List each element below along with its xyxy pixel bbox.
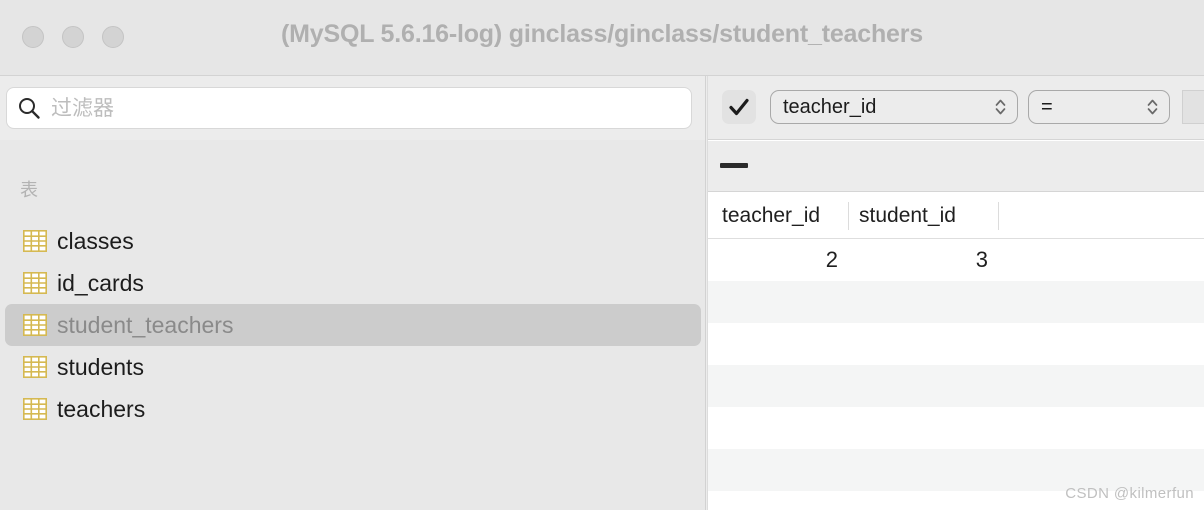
table-row[interactable] [708,323,1204,365]
stepper-chevrons-icon [1147,99,1158,115]
table-icon [23,314,47,336]
content-pane: teacher_id = teacher_id student_id 2 3 C… [708,76,1204,510]
table-row[interactable] [708,365,1204,407]
watermark: CSDN @kilmerfun [1065,485,1194,502]
table-icon [23,398,47,420]
column-divider[interactable] [848,202,849,230]
table-icon [23,230,47,252]
cell-student_id[interactable] [849,323,998,365]
app-window: (MySQL 5.6.16-log) ginclass/ginclass/stu… [0,0,1204,510]
sidebar-item-classes[interactable]: classes [5,220,701,262]
cell-teacher_id[interactable] [708,491,848,510]
sidebar-item-label: classes [57,227,134,254]
table-icon [23,356,47,378]
sidebar-item-label: id_cards [57,269,144,296]
grid-header-row: teacher_id student_id [708,193,1204,239]
sidebar-section-tables: 表 [20,180,38,200]
column-header-teacher_id[interactable]: teacher_id [722,193,848,238]
cell-teacher_id[interactable] [708,407,848,449]
sidebar-item-label: teachers [57,395,146,422]
table-icon [23,272,47,294]
filter-enabled-checkbox[interactable] [722,90,756,124]
filter-operator-select[interactable]: = [1028,90,1170,124]
search-input[interactable]: 过滤器 [6,87,692,129]
title-bar: (MySQL 5.6.16-log) ginclass/ginclass/stu… [0,0,1204,76]
sidebar-item-student_teachers[interactable]: student_teachers [5,304,701,346]
filter-action-bar [708,141,1204,192]
pane-divider[interactable] [705,76,706,510]
cell-teacher_id[interactable] [708,365,848,407]
cell-teacher_id[interactable] [708,281,848,323]
sidebar-item-label: student_teachers [57,311,234,338]
checkmark-icon [729,98,749,116]
filter-value-input[interactable] [1182,90,1204,124]
column-divider[interactable] [998,202,999,230]
sidebar: 过滤器 表 classes id_cards student_teachers … [0,76,706,510]
cell-student_id[interactable] [849,449,998,491]
cell-teacher_id[interactable]: 2 [708,239,848,281]
cell-student_id[interactable] [849,281,998,323]
remove-filter-button[interactable] [720,163,748,168]
window-title: (MySQL 5.6.16-log) ginclass/ginclass/stu… [281,20,923,48]
result-grid: teacher_id student_id 2 3 [708,193,1204,510]
filter-column-value: teacher_id [783,96,877,118]
cell-student_id[interactable] [849,407,998,449]
sidebar-item-id_cards[interactable]: id_cards [5,262,701,304]
search-icon [19,98,40,119]
stepper-chevrons-icon [995,99,1006,115]
sidebar-item-students[interactable]: students [5,346,701,388]
table-row[interactable] [708,281,1204,323]
filter-operator-value: = [1041,96,1053,118]
table-row[interactable] [708,407,1204,449]
filter-column-select[interactable]: teacher_id [770,90,1018,124]
grid-body: 2 3 [708,239,1204,510]
table-row[interactable]: 2 3 [708,239,1204,281]
cell-teacher_id[interactable] [708,323,848,365]
cell-student_id[interactable] [849,365,998,407]
search-placeholder: 过滤器 [51,96,114,120]
sidebar-item-label: students [57,353,144,380]
sidebar-item-teachers[interactable]: teachers [5,388,701,430]
column-header-student_id[interactable]: student_id [859,193,989,238]
cell-student_id[interactable]: 3 [849,239,998,281]
table-list: classes id_cards student_teachers studen… [0,220,706,430]
cell-teacher_id[interactable] [708,449,848,491]
cell-student_id[interactable] [849,491,998,510]
filter-bar: teacher_id = [708,76,1204,140]
sidebar-search-area: 过滤器 [0,76,706,140]
